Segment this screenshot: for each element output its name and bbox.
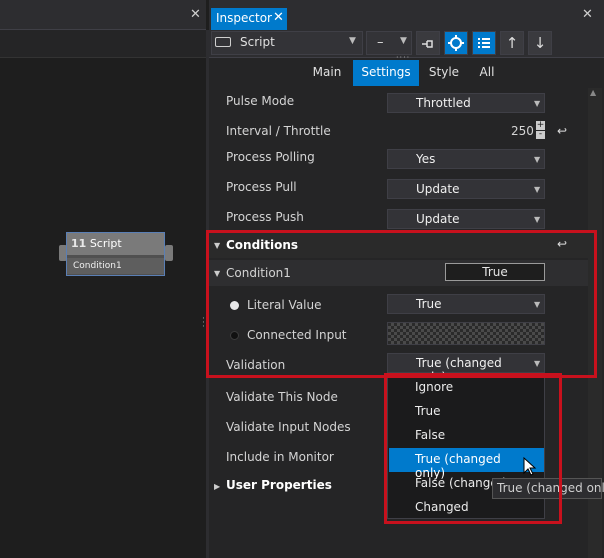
- process-pull-value: Update: [416, 182, 460, 196]
- validate-this-node-label: Validate This Node: [226, 390, 338, 404]
- decrement-icon[interactable]: -: [536, 130, 545, 139]
- minus-dropdown-label: –: [377, 35, 384, 50]
- node-graph-canvas[interactable]: [0, 59, 206, 558]
- popup-highlight-box: [384, 373, 562, 524]
- chevron-down-icon: ▼: [534, 155, 541, 164]
- chevron-down-icon: ▼: [349, 36, 356, 46]
- inspector-tab-close-icon[interactable]: ✕: [271, 8, 286, 27]
- left-panel-tabbar: [0, 0, 206, 30]
- left-panel-toolbar: [0, 30, 206, 58]
- node-number: 11: [71, 237, 87, 250]
- tab-settings-label: Settings: [361, 65, 411, 79]
- tab-style[interactable]: Style: [421, 60, 467, 86]
- inspector-panel-close-icon[interactable]: ✕: [582, 7, 593, 22]
- pulse-mode-dropdown[interactable]: Throttled: [387, 93, 545, 113]
- chevron-down-icon: ▼: [534, 99, 541, 108]
- move-up-button[interactable]: ↑: [500, 31, 524, 55]
- node-output-port[interactable]: [165, 245, 173, 261]
- arrow-up-icon: ↑: [505, 34, 519, 52]
- chevron-down-icon: ▼: [400, 36, 407, 46]
- tab-style-label: Style: [428, 65, 460, 79]
- pulse-mode-value: Throttled: [416, 96, 471, 110]
- arrow-down-icon: ↓: [533, 34, 547, 52]
- process-polling-label: Process Polling: [226, 150, 315, 164]
- pulse-mode-label: Pulse Mode: [226, 94, 295, 108]
- target-icon: [448, 35, 464, 51]
- object-dropdown-label: Script: [240, 35, 275, 49]
- object-dropdown[interactable]: Script: [211, 31, 363, 55]
- script-node-icon: [215, 37, 231, 47]
- validate-input-nodes-label: Validate Input Nodes: [226, 420, 351, 434]
- scroll-up-icon[interactable]: ▲: [590, 88, 596, 97]
- script-node[interactable]: 11 Script Condition1: [66, 232, 165, 276]
- left-panel-close-icon[interactable]: ✕: [190, 7, 201, 22]
- reset-icon[interactable]: ↩: [557, 124, 567, 138]
- process-push-value: Update: [416, 212, 460, 226]
- include-in-monitor-label: Include in Monitor: [226, 450, 334, 464]
- tab-settings[interactable]: Settings: [353, 60, 419, 86]
- interval-throttle-label: Interval / Throttle: [226, 124, 331, 138]
- move-down-button[interactable]: ↓: [528, 31, 552, 55]
- tab-all-label: All: [479, 65, 495, 79]
- tab-main[interactable]: Main: [303, 60, 351, 86]
- process-pull-label: Process Pull: [226, 180, 297, 194]
- node-title: Script: [89, 237, 122, 250]
- process-polling-dropdown[interactable]: Yes: [387, 149, 545, 169]
- chevron-down-icon: ▼: [534, 185, 541, 194]
- tab-all[interactable]: All: [470, 60, 504, 86]
- process-push-dropdown[interactable]: Update: [387, 209, 545, 229]
- interval-throttle-input[interactable]: 250: [511, 124, 534, 138]
- node-subtitle: Condition1: [67, 258, 164, 274]
- pin-button[interactable]: [416, 31, 440, 55]
- pin-icon: [422, 40, 433, 48]
- chevron-down-icon: ▼: [534, 215, 541, 224]
- inspector-tab-label: Inspector: [216, 11, 272, 25]
- target-button[interactable]: [444, 31, 468, 55]
- conditions-highlight-box: [206, 230, 597, 378]
- user-properties-header[interactable]: User Properties: [226, 478, 332, 492]
- triangle-right-icon[interactable]: ▶: [214, 482, 220, 491]
- process-push-label: Process Push: [226, 210, 304, 224]
- process-pull-dropdown[interactable]: Update: [387, 179, 545, 199]
- node-header: 11 Script: [67, 233, 164, 255]
- list-icon: [478, 38, 490, 48]
- tab-main-label: Main: [312, 65, 342, 79]
- process-polling-value: Yes: [416, 152, 436, 166]
- list-button[interactable]: [472, 31, 496, 55]
